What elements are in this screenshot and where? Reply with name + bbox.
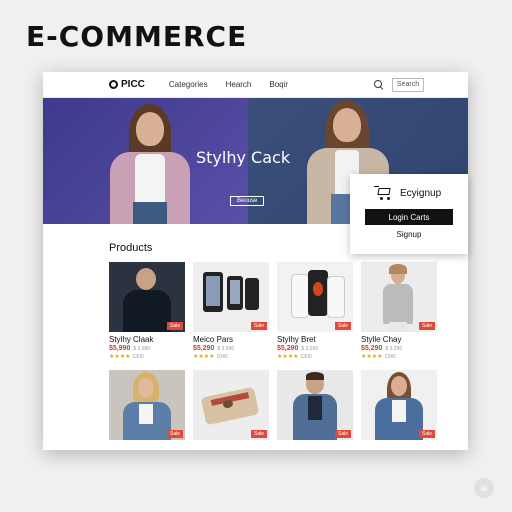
nav-link-search[interactable]: Hearch	[226, 80, 252, 89]
review-count: 1300	[300, 354, 312, 360]
product-old-price: $ 3.290	[385, 346, 403, 352]
sale-badge: Sale	[166, 430, 183, 438]
product-price: $5,290	[193, 345, 215, 352]
hero-title: Stylhy Cack	[196, 148, 291, 167]
product-image-grey-dress-woman[interactable]: Sale	[361, 262, 437, 332]
sale-badge: Sale	[250, 322, 267, 330]
product-card[interactable]: Sale Stylhy Bret $5,290 $ 3.290 ★★★★ 1300	[277, 262, 353, 360]
review-count: 1040	[216, 354, 228, 360]
logo[interactable]: PICC	[109, 79, 145, 90]
sale-badge: Sale	[166, 322, 183, 330]
star-icons: ★★★★	[277, 354, 299, 360]
product-image-denim-woman[interactable]: Sale	[109, 370, 185, 440]
product-card[interactable]: Sale Stylle Chay $5,290 $ 3.290 ★★★★ 1340	[361, 262, 437, 360]
login-button[interactable]: Login Carts	[365, 209, 453, 225]
product-old-price: $ 3.590	[217, 346, 235, 352]
product-image-white-phones[interactable]: Sale	[277, 262, 353, 332]
review-count: 1300	[132, 354, 144, 360]
product-price-row: $5,290 $ 3.290	[361, 345, 437, 352]
sale-badge: Sale	[418, 430, 435, 438]
ai-watermark: ai	[474, 478, 494, 498]
product-rating: ★★★★ 1300	[277, 353, 353, 360]
product-card[interactable]: Sale	[361, 370, 437, 440]
cart-row: Ecyignup	[350, 174, 468, 200]
sale-badge: Sale	[418, 322, 435, 330]
product-rating: ★★★★ 1340	[361, 353, 437, 360]
cart-popup: Ecyignup Login Carts Signup	[350, 174, 468, 254]
product-name[interactable]: Stylle Chay	[361, 335, 437, 344]
product-old-price: $ 3.990	[133, 346, 151, 352]
product-price: $5,290	[361, 345, 383, 352]
products-heading: Products	[109, 242, 153, 254]
search-icon[interactable]	[374, 79, 384, 90]
product-card[interactable]: Sale Meico Pars $5,290 $ 3.590 ★★★★ 1040	[193, 262, 269, 360]
store-window: PICC Categories Hearch Boqir Search Styl…	[43, 72, 468, 450]
product-price: $5,290	[277, 345, 299, 352]
review-count: 1340	[384, 354, 396, 360]
top-nav: PICC Categories Hearch Boqir Search	[43, 72, 468, 98]
product-name[interactable]: Stylhy Bret	[277, 335, 353, 344]
logo-text: PICC	[121, 79, 145, 90]
product-card[interactable]: Sale	[277, 370, 353, 440]
signup-link[interactable]: Signup	[350, 230, 468, 239]
product-image-wallet[interactable]: Sale	[193, 370, 269, 440]
logo-icon	[109, 80, 118, 89]
product-old-price: $ 3.290	[301, 346, 319, 352]
product-image-denim-man[interactable]: Sale	[277, 370, 353, 440]
product-card[interactable]: Sale Stylhy Claak $5,990 $ 3.990 ★★★★ 1300	[109, 262, 185, 360]
star-icons: ★★★★	[361, 354, 383, 360]
page-headline: E-COMMERCE	[26, 20, 248, 53]
star-icons: ★★★★	[193, 354, 215, 360]
sale-badge: Sale	[334, 430, 351, 438]
cart-icon[interactable]	[374, 186, 392, 200]
star-icons: ★★★★	[109, 354, 131, 360]
product-price-row: $5,290 $ 3.290	[277, 345, 353, 352]
product-grid: Sale Stylhy Claak $5,990 $ 3.990 ★★★★ 1300…	[109, 262, 439, 440]
product-price-row: $5,290 $ 3.590	[193, 345, 269, 352]
product-price: $5,990	[109, 345, 131, 352]
product-image-dark-shirt-man[interactable]: Sale	[109, 262, 185, 332]
product-card[interactable]: Sale	[193, 370, 269, 440]
search-input[interactable]: Search	[392, 77, 424, 92]
product-name[interactable]: Stylhy Claak	[109, 335, 185, 344]
product-rating: ★★★★ 1300	[109, 353, 185, 360]
product-name[interactable]: Meico Pars	[193, 335, 269, 344]
hero-model-left	[105, 104, 195, 224]
product-image-phones[interactable]: Sale	[193, 262, 269, 332]
nav-link-categories[interactable]: Categories	[169, 80, 208, 89]
sale-badge: Sale	[334, 322, 351, 330]
cart-label: Ecyignup	[400, 187, 442, 199]
sale-badge: Sale	[250, 430, 267, 438]
product-image-denim-jacket-woman[interactable]: Sale	[361, 370, 437, 440]
product-rating: ★★★★ 1040	[193, 353, 269, 360]
hero-browse-button[interactable]: Beouse	[230, 196, 265, 206]
product-card[interactable]: Sale	[109, 370, 185, 440]
product-price-row: $5,990 $ 3.990	[109, 345, 185, 352]
nav-link-third[interactable]: Boqir	[269, 80, 288, 89]
